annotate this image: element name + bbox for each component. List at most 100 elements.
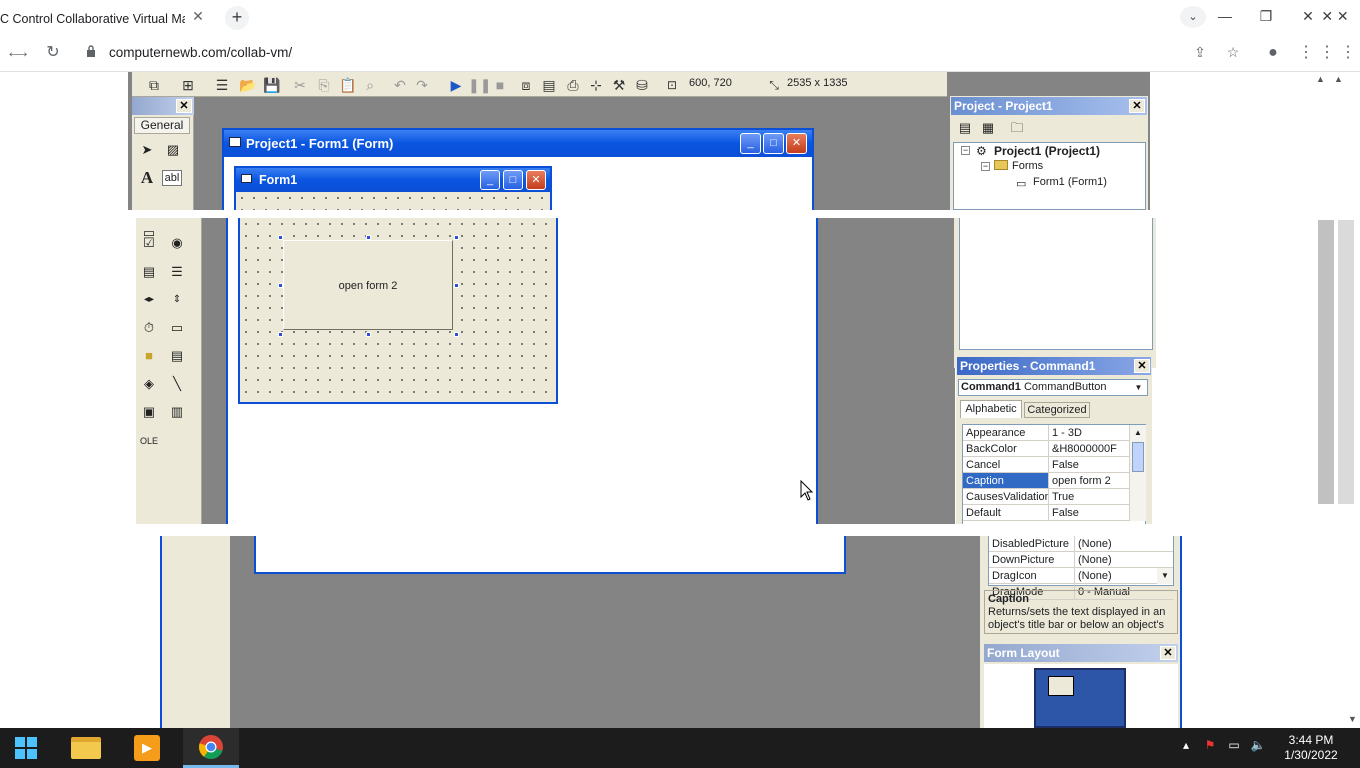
line-icon[interactable]: ╲	[166, 373, 188, 395]
optionbutton-icon[interactable]: ◉	[166, 232, 188, 254]
form-designer-body[interactable]: open form 2	[226, 218, 818, 536]
property-value[interactable]: False	[1049, 505, 1079, 520]
page-scroll-thumb[interactable]	[1318, 220, 1334, 504]
object-dropdown-icon[interactable]: ▼	[1132, 381, 1145, 394]
tray-overflow-icon[interactable]: ▴	[1180, 738, 1192, 752]
resize-handle[interactable]	[278, 235, 283, 240]
property-value[interactable]: 1 - 3D	[1049, 425, 1082, 440]
designer-maximize-button[interactable]: □	[763, 133, 784, 154]
form1-minimize-button[interactable]: _	[480, 170, 500, 190]
scroll-up-arrow-icon[interactable]: ▲	[1334, 74, 1343, 84]
dirlistbox-icon[interactable]: ■	[138, 345, 160, 367]
property-row[interactable]: Caption open form 2	[963, 473, 1145, 489]
property-row[interactable]: DisabledPicture (None)	[989, 536, 1173, 552]
form-layout-form[interactable]	[1048, 676, 1074, 696]
file-explorer-icon[interactable]	[66, 732, 106, 764]
property-row[interactable]: CausesValidation True	[963, 489, 1145, 505]
open-project-icon[interactable]: 📂	[238, 75, 258, 95]
property-value[interactable]: (None)	[1075, 568, 1112, 583]
reload-icon[interactable]: ↻	[39, 39, 67, 67]
forward-icon[interactable]: →	[8, 39, 36, 67]
form1-maximize-button[interactable]: □	[503, 170, 523, 190]
tree-collapse-icon[interactable]: −	[961, 146, 970, 155]
resize-handle[interactable]	[366, 235, 371, 240]
tree-forms-folder[interactable]: Forms	[1012, 160, 1043, 172]
add-project-icon[interactable]: ⧉	[144, 75, 164, 95]
property-row[interactable]: BackColor &H8000000F	[963, 441, 1145, 457]
redo-icon[interactable]: ↷	[412, 75, 432, 95]
combobox-icon[interactable]: ▤	[138, 261, 160, 283]
form1-close-button[interactable]: ✕	[526, 170, 546, 190]
resize-handle[interactable]	[454, 283, 459, 288]
form1-design-grid[interactable]	[236, 192, 550, 212]
project-explorer-icon[interactable]: ⧈	[516, 75, 536, 95]
vscrollbar-icon[interactable]: ⇕	[166, 289, 188, 311]
property-row[interactable]: DownPicture (None)	[989, 552, 1173, 568]
network-icon[interactable]: ▭	[1226, 738, 1242, 752]
copy-icon[interactable]: ⎘	[314, 75, 334, 95]
picturebox-icon[interactable]: ▨	[162, 139, 184, 161]
tab-categorized[interactable]: Categorized	[1024, 402, 1090, 418]
share-icon[interactable]: ⇪	[1190, 42, 1210, 62]
scroll-down-icon[interactable]: ▼	[1157, 568, 1173, 584]
tab-close-icon[interactable]: ✕	[190, 8, 206, 24]
resize-handle[interactable]	[454, 332, 459, 337]
image-icon[interactable]: ▣	[138, 401, 160, 423]
property-value[interactable]: (None)	[1075, 552, 1112, 567]
menu-icon-3[interactable]: ⋮	[1334, 39, 1360, 67]
form-layout-icon[interactable]: ⎙	[563, 75, 583, 95]
form-designer-bottom[interactable]	[254, 536, 846, 574]
start-button[interactable]	[6, 732, 46, 764]
bookmark-star-icon[interactable]: ☆	[1223, 42, 1243, 62]
tree-project-root[interactable]: Project1 (Project1)	[994, 144, 1100, 158]
tab-search-icon[interactable]: ⌄	[1180, 6, 1206, 28]
browser-tab[interactable]: C Control Collaborative Virtual Ma	[0, 4, 214, 34]
open-form2-button[interactable]: open form 2	[283, 240, 453, 330]
view-code-icon[interactable]: ▤	[954, 117, 976, 139]
pointer-icon[interactable]: ➤	[136, 139, 158, 161]
textbox-icon[interactable]: abl	[162, 170, 182, 186]
property-row[interactable]: Default False	[963, 505, 1145, 521]
resize-handle[interactable]	[366, 332, 371, 337]
extra-close-icon[interactable]: ✕ ✕	[1310, 0, 1360, 34]
drivelistbox-icon[interactable]: ▭	[166, 317, 188, 339]
ole-icon[interactable]: OLE	[138, 430, 160, 452]
profile-icon[interactable]: ●	[1259, 39, 1287, 67]
form1-window[interactable]: Form1 _ □ ✕	[234, 166, 552, 212]
add-form-icon[interactable]: ⊞	[178, 75, 198, 95]
tab-alphabetic[interactable]: Alphabetic	[960, 400, 1022, 418]
volume-icon[interactable]: 🔈	[1250, 738, 1266, 752]
label-icon[interactable]: A	[136, 167, 158, 189]
resize-handle[interactable]	[454, 235, 459, 240]
object-browser-icon[interactable]: ⊹	[586, 75, 606, 95]
scroll-down-arrow-icon[interactable]: ▼	[1348, 714, 1357, 724]
find-icon[interactable]: ⌕	[360, 75, 380, 95]
scroll-up-arrow-icon[interactable]: ▲	[1316, 74, 1325, 84]
form-designer-titlebar[interactable]: Project1 - Form1 (Form)	[224, 130, 812, 157]
data-icon[interactable]: ▥	[166, 401, 188, 423]
toggle-folders-icon[interactable]: 🗀	[1006, 117, 1028, 139]
scroll-up-icon[interactable]: ▲	[1130, 425, 1146, 440]
paste-icon[interactable]: 📋	[338, 75, 358, 95]
designer-minimize-button[interactable]: _	[740, 133, 761, 154]
properties-window-icon[interactable]: ▤	[539, 75, 559, 95]
restore-button[interactable]: ❐	[1248, 0, 1284, 34]
property-value[interactable]: True	[1049, 489, 1074, 504]
properties-scrollbar[interactable]: ▲	[1129, 425, 1146, 521]
listbox-icon[interactable]: ☰	[166, 261, 188, 283]
resize-handle[interactable]	[278, 283, 283, 288]
designer-close-button[interactable]: ✕	[786, 133, 807, 154]
toolbox-close-icon[interactable]: ✕	[176, 99, 192, 113]
timer-icon[interactable]: ⏱	[138, 317, 160, 339]
start-icon[interactable]: ▶	[446, 75, 466, 95]
object-selector[interactable]: Command1 CommandButton	[958, 379, 1148, 396]
media-player-icon[interactable]: ▶	[127, 732, 167, 764]
filelistbox-icon[interactable]: ▤	[166, 345, 188, 367]
security-icon[interactable]: ⚑	[1202, 738, 1218, 752]
property-row[interactable]: Appearance 1 - 3D	[963, 425, 1145, 441]
chrome-icon[interactable]	[183, 728, 239, 768]
tree-form1-item[interactable]: Form1 (Form1)	[1033, 176, 1107, 188]
tree-forms-collapse-icon[interactable]: −	[981, 162, 990, 171]
property-row[interactable]: Cancel False	[963, 457, 1145, 473]
resize-handle[interactable]	[278, 332, 283, 337]
